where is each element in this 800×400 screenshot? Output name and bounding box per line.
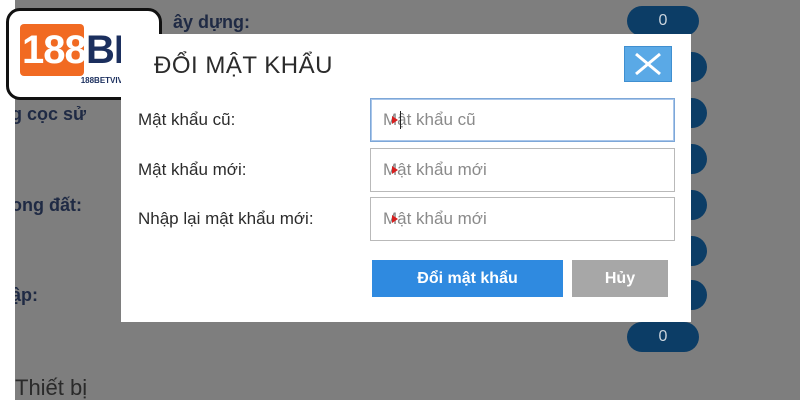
bg-label-import: ập: [15, 285, 38, 305]
logo-number: 188 [22, 27, 87, 72]
bg-label-land: ong đất: [15, 195, 82, 215]
close-button[interactable] [624, 46, 672, 82]
old-password-input[interactable] [370, 98, 675, 142]
confirm-password-label: Nhập lại mật khẩu mới: [138, 209, 314, 228]
bg-count-badge: 0 [627, 322, 699, 352]
cancel-button[interactable]: Hủy [572, 260, 668, 297]
new-password-input[interactable] [370, 148, 675, 192]
bg-label-construction: ây dựng: [173, 12, 251, 32]
bg-label-pile: g cọc sử [15, 104, 87, 124]
change-password-dialog: ĐỔI MẬT KHẨU Mật khẩu cũ: Mật khẩu mới: … [121, 34, 691, 322]
bg-label-equipment: Thiết bị [15, 375, 88, 400]
change-password-button[interactable]: Đổi mật khẩu [372, 260, 563, 297]
old-password-row: Mật khẩu cũ: [138, 98, 678, 142]
dialog-title: ĐỔI MẬT KHẨU [154, 52, 333, 79]
text-caret [400, 111, 401, 129]
required-marker [392, 166, 398, 174]
new-password-row: Mật khẩu mới: [138, 148, 678, 192]
confirm-password-row: Nhập lại mật khẩu mới: [138, 197, 678, 241]
old-password-label: Mật khẩu cũ: [138, 110, 236, 129]
required-marker [392, 215, 398, 223]
bg-count-badge: 0 [627, 6, 699, 36]
required-marker [392, 116, 398, 124]
confirm-password-input[interactable] [370, 197, 675, 241]
new-password-label: Mật khẩu mới: [138, 160, 247, 179]
close-icon [635, 52, 661, 76]
